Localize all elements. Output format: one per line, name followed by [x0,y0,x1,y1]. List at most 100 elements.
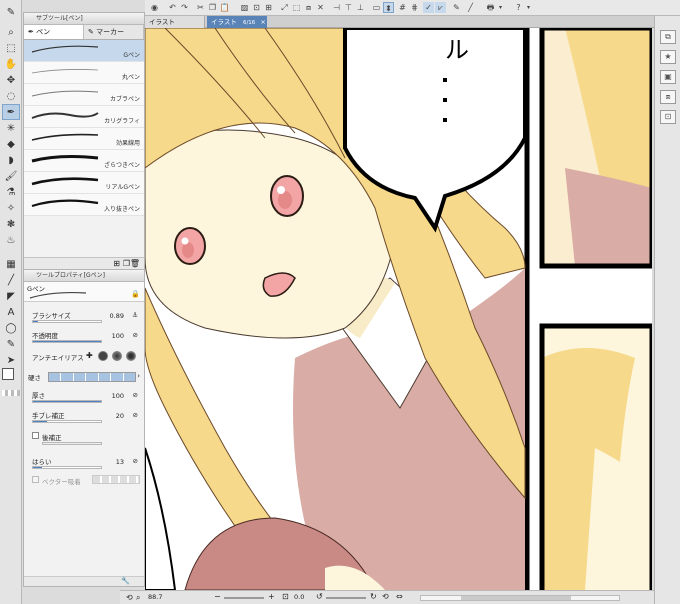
ruler-grid-icon[interactable]: ⋕ [409,2,420,13]
post-correction-slider[interactable] [42,442,102,445]
correct-line-icon[interactable]: ✎ [2,336,20,352]
fill-selection-icon[interactable]: ▨ [239,2,250,13]
pressure-icon[interactable]: ⚓ [132,311,138,319]
brush-item-rough-pen[interactable]: ざらつきペン [24,150,144,172]
thickness-setting-icon[interactable]: ⊘ [133,391,138,399]
line-icon[interactable]: ╱ [2,272,20,288]
balloon-icon[interactable]: ◯ [2,320,20,336]
help-dropdown-icon[interactable]: ▾ [523,2,534,13]
zoom-slider[interactable] [224,597,264,599]
rotate-icon[interactable]: ⟲ [126,593,133,602]
move-icon[interactable]: ✥ [2,72,20,88]
text-icon[interactable]: A [2,304,20,320]
stabilization-value[interactable]: 20 [116,412,124,420]
pen-pressure-icon[interactable]: ✎ [451,2,462,13]
favorites-panel-icon[interactable]: ★ [660,50,676,64]
vector-snap-checkbox[interactable] [32,476,39,483]
app-icon[interactable]: ◉ [149,2,160,13]
material-panel-icon[interactable]: ▣ [660,70,676,84]
hand-icon[interactable]: ✋ [2,56,20,72]
post-correction-checkbox[interactable] [32,432,39,439]
dropper-icon[interactable]: ✧ [2,200,20,216]
stabilization-setting-icon[interactable]: ⊘ [133,411,138,419]
tab-marker[interactable]: ✎ マーカー [84,25,144,39]
antialias-weak-icon[interactable] [98,351,108,361]
canvas[interactable]: ル [145,28,652,590]
check-line-icon[interactable]: ⩗ [435,2,446,13]
antialias-strong-icon[interactable] [126,351,136,361]
horizontal-scrollbar[interactable] [420,595,620,601]
pen-tool-icon[interactable]: ✒ [2,104,20,120]
transparent-icon[interactable]: ▭ [371,2,382,13]
check-curve-icon[interactable]: ✓ [423,2,434,13]
fill-icon[interactable]: ◗ [2,152,20,168]
lock-icon[interactable]: 🔒 [131,290,140,298]
brush-item-iri-nuki-pen[interactable]: 入り抜きペン [24,194,144,216]
dropdown-icon[interactable]: ▾ [495,2,506,13]
vector-snap-options[interactable] [92,475,140,484]
fade-setting-icon[interactable]: ⊘ [133,457,138,465]
opacity-slider[interactable] [32,340,102,343]
brush-item-g-pen[interactable]: Gペン [24,40,144,62]
new-subtool-icon[interactable]: ⊞ [113,259,120,268]
redo-icon[interactable]: ↷ [179,2,190,13]
antialias-medium-icon[interactable] [112,351,122,361]
tab-pen[interactable]: ✒ ペン [24,25,84,39]
invert-selection-icon[interactable]: ⧈ [303,2,314,13]
transform-icon[interactable]: ⤢ [279,2,290,13]
eraser-icon[interactable]: ◆ [2,136,20,152]
brush-size-slider[interactable] [32,320,102,323]
zoom-value[interactable]: 88.7 [148,593,162,601]
delete-subtool-icon[interactable]: 🗑 [130,259,140,268]
lasso-icon[interactable]: ◌ [2,88,20,104]
paste-icon[interactable]: 📋 [219,2,230,13]
brush-item-maru-pen[interactable]: 丸ペン [24,62,144,84]
brush-item-real-g-pen[interactable]: リアルGペン [24,172,144,194]
wrench-icon[interactable]: 🔧 [121,577,130,585]
clear-outside-icon[interactable]: ⊞ [263,2,274,13]
hardness-steps[interactable] [48,372,136,382]
snap-special-ruler-icon[interactable]: ⊤ [343,2,354,13]
antialias-none-icon[interactable]: ✚ [86,351,93,360]
zoom-icon[interactable]: ⌕ [2,24,20,40]
opacity-value[interactable]: 100 [112,332,124,340]
operation-icon[interactable]: ➤ [2,352,20,368]
zoom-in-icon[interactable]: + [268,592,275,601]
snap-active-icon[interactable]: ⬍ [383,2,394,13]
document-tab-2-close[interactable]: × [260,18,265,26]
document-tab-2[interactable]: イラスト 6/16 × [207,16,267,28]
snap-ruler-icon[interactable]: ⊣ [331,2,342,13]
hardness-chevron-icon[interactable]: › [137,372,140,380]
blend-icon[interactable]: ♨ [2,232,20,248]
figure-icon[interactable]: ◤ [2,288,20,304]
brush-item-effect-line[interactable]: 効果線用 [24,128,144,150]
brush-preview-icon[interactable]: ✎ [2,4,20,20]
brush-icon[interactable]: 🖌 [2,168,20,184]
navigator-panel-icon[interactable]: ⧉ [660,30,676,44]
zoom-out-icon[interactable]: − [214,592,221,601]
brush-item-kabura-pen[interactable]: カブラペン [24,84,144,106]
line-icon[interactable]: ╱ [465,2,476,13]
document-tab-1[interactable]: イラスト [145,16,205,28]
fade-value[interactable]: 13 [116,458,124,466]
clear-icon[interactable]: ⊡ [251,2,262,13]
rotation-slider[interactable] [326,597,366,599]
fit-window-icon[interactable]: ⊡ [282,592,289,601]
brush-item-calligraphy[interactable]: カリグラフィ [24,106,144,128]
rotate-right-icon[interactable]: ↻ [370,592,377,601]
decoration-icon[interactable]: ❃ [2,216,20,232]
reset-rotation-icon[interactable]: ⟲ [382,592,389,601]
zoom-status-icon[interactable]: ⌕ [136,593,140,603]
thickness-value[interactable]: 100 [112,392,124,400]
gradient-icon[interactable]: ▦ [2,256,20,272]
grid-icon[interactable]: # [397,2,408,13]
fade-slider[interactable] [32,466,102,469]
opacity-setting-icon[interactable]: ⊘ [133,331,138,339]
angle-value[interactable]: 0.0 [294,593,304,601]
sparkle-icon[interactable]: ✳ [2,120,20,136]
flip-icon[interactable]: ⇔ [396,592,403,601]
expand-selection-icon[interactable]: ✕ [315,2,326,13]
stabilization-slider[interactable] [32,420,102,423]
main-color-chip[interactable] [2,368,14,380]
layer-property-panel-icon[interactable]: ⧈ [660,90,676,104]
